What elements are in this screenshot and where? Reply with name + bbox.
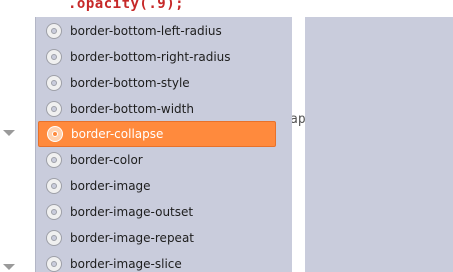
autocomplete-item[interactable]: border-bottom-width — [38, 97, 276, 121]
autocomplete-item-label: border-bottom-width — [70, 102, 194, 116]
gear-icon — [46, 23, 62, 39]
autocomplete-item-label: border-bottom-left-radius — [70, 24, 222, 38]
autocomplete-item[interactable]: border-bottom-left-radius — [38, 19, 276, 43]
autocomplete-item-label: border-bottom-style — [70, 76, 190, 90]
gear-icon — [46, 152, 62, 168]
code-fragment: ap — [290, 112, 306, 127]
autocomplete-item[interactable]: border-bottom-right-radius — [38, 45, 276, 69]
autocomplete-item-label: border-color — [70, 153, 143, 167]
gear-icon — [46, 204, 62, 220]
gear-icon — [46, 101, 62, 117]
autocomplete-item-label: border-bottom-right-radius — [70, 50, 231, 64]
gear-icon — [47, 126, 63, 142]
fold-arrow-icon[interactable] — [3, 130, 15, 136]
gear-icon — [46, 178, 62, 194]
gear-icon — [46, 75, 62, 91]
gear-icon — [46, 256, 62, 272]
autocomplete-item-label: border-image-outset — [70, 205, 194, 219]
autocomplete-item-selected[interactable]: border-collapse — [38, 121, 276, 147]
autocomplete-item-label: border-image-slice — [70, 257, 182, 271]
autocomplete-popup[interactable]: border-bottom-left-radius border-bottom-… — [35, 17, 292, 272]
autocomplete-item[interactable]: border-bottom-style — [38, 71, 276, 95]
autocomplete-item[interactable]: border-image — [38, 174, 276, 198]
autocomplete-item[interactable]: border-image-outset — [38, 200, 276, 224]
autocomplete-item-label: border-image-repeat — [70, 231, 194, 245]
autocomplete-item-label: border-collapse — [71, 127, 164, 141]
gear-icon — [46, 230, 62, 246]
autocomplete-item[interactable]: border-color — [38, 148, 276, 172]
code-line: .opacity(.9); — [68, 0, 185, 12]
autocomplete-item[interactable]: border-image-repeat — [38, 226, 276, 250]
side-panel — [305, 17, 453, 272]
autocomplete-item[interactable]: border-image-slice — [38, 252, 276, 272]
autocomplete-item-label: border-image — [70, 179, 151, 193]
gear-icon — [46, 49, 62, 65]
fold-arrow-icon[interactable] — [3, 264, 15, 270]
